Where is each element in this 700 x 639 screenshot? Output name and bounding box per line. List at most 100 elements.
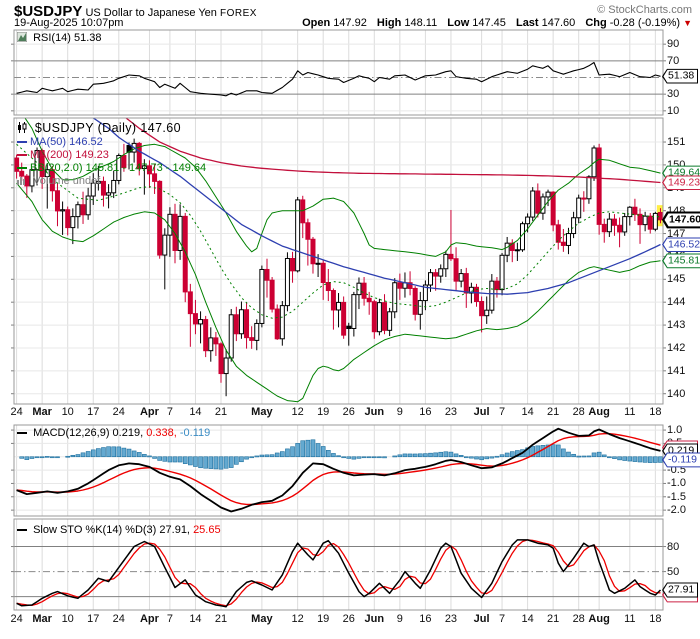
ma50-legend: MA(50) 146.52 (17, 136, 103, 148)
axis-label: 144 (667, 296, 685, 308)
date-label: 19 (317, 406, 329, 418)
rsi-badge-51.38: 51.38 (662, 69, 698, 84)
rsi-legend-label: RSI(14) 51.38 (33, 32, 101, 44)
axis-label: 1.0 (667, 424, 682, 436)
candlestick-icon (17, 122, 28, 136)
rsi-panel (14, 30, 663, 115)
quote-bar: Open147.92 High148.11 Low147.45 Last147.… (295, 17, 692, 29)
date-label: 19 (317, 613, 329, 625)
date-label: 11 (624, 613, 635, 625)
chart-canvas (0, 0, 700, 639)
axis-label: 143 (667, 319, 685, 331)
axis-label: -1.0 (667, 477, 686, 489)
date-label: 7 (499, 406, 505, 418)
open-label: Open (302, 17, 330, 29)
stock-chart: $USDJPY US Dollar to Japanese Yen FOREX … (0, 0, 700, 639)
price-badge-146.52: 146.52 (662, 237, 700, 252)
date-label: Jul (474, 613, 490, 625)
bb-legend: BB(20,2.0) 145.81 - 147.73 - 149.64 (17, 162, 206, 174)
date-label: 23 (445, 613, 457, 625)
macd-line-icon (17, 432, 27, 434)
date-label: 26 (343, 613, 355, 625)
volume-bars-icon (17, 176, 27, 188)
sto-line-icon (17, 529, 27, 531)
date-label: 18 (649, 406, 661, 418)
sto-legend-name: Slow STO %K(14) %D(3) (33, 524, 156, 536)
date-label: May (251, 613, 272, 625)
date-label: 21 (215, 613, 227, 625)
date-label: Aug (588, 406, 609, 418)
date-label: Apr (140, 613, 159, 625)
ma200-legend: MA(200) 149.23 (17, 149, 109, 161)
sto-value-1: 27.91, (159, 524, 190, 536)
date-label: 9 (397, 406, 403, 418)
ma50-line-icon (17, 141, 27, 143)
axis-label: 70 (667, 55, 679, 67)
date-label: Aug (588, 613, 609, 625)
date-label: 28 (573, 406, 585, 418)
axis-label: 151 (667, 136, 685, 148)
macd-value-2: 0.338, (146, 427, 177, 439)
date-label: 12 (292, 406, 304, 418)
date-label: 12 (292, 613, 304, 625)
copyright: © StockCharts.com (597, 4, 692, 16)
date-label: 18 (649, 613, 661, 625)
macd-legend: MACD(12,26,9) 0.219, 0.338, -0.119 (17, 427, 210, 439)
price-badge-145.81: 145.81 (662, 253, 700, 268)
macd-value-3: -0.119 (180, 427, 210, 439)
axis-label: 30 (667, 88, 679, 100)
chart-datetime: 19-Aug-2025 10:07pm (14, 17, 123, 29)
sto-legend: Slow STO %K(14) %D(3) 27.91, 25.65 (17, 524, 221, 536)
date-label: Apr (140, 406, 159, 418)
date-label: 28 (573, 613, 585, 625)
open-value: 147.92 (333, 17, 367, 29)
sto-badge-27.91: 27.91 (662, 583, 698, 598)
macd-value-1: 0.219, (113, 427, 144, 439)
date-label: 24 (10, 406, 22, 418)
ma200-legend-label: MA(200) 149.23 (30, 149, 109, 161)
date-label: 26 (343, 406, 355, 418)
bb-line-icon (17, 167, 27, 169)
axis-label: 141 (667, 365, 685, 377)
date-label: May (251, 406, 272, 418)
axis-label: 142 (667, 342, 685, 354)
chg-value: -0.28 (-0.19%) (610, 17, 680, 29)
chg-label: Chg (585, 17, 606, 29)
volume-legend: Volume undef (17, 175, 100, 188)
date-label: 9 (397, 613, 403, 625)
exchange-label: FOREX (220, 8, 257, 19)
date-label: 10 (62, 406, 74, 418)
date-label: 21 (547, 613, 559, 625)
date-label: Jun (365, 613, 385, 625)
chg-down-icon: ▼ (683, 18, 692, 28)
axis-label: 140 (667, 388, 685, 400)
low-value: 147.45 (472, 17, 506, 29)
axis-label: -1.5 (667, 491, 686, 503)
price-badge-149.23: 149.23 (662, 175, 700, 190)
date-label: 17 (87, 406, 99, 418)
date-label: 16 (419, 613, 431, 625)
price-panel (14, 105, 664, 404)
macd-badge--0.119: -0.119 (662, 452, 700, 467)
date-label: 17 (87, 613, 99, 625)
last-value: 147.60 (542, 17, 576, 29)
price-badge-147.60: 147.60 (662, 211, 700, 228)
date-label: 11 (624, 406, 635, 418)
macd-legend-name: MACD(12,26,9) (33, 427, 109, 439)
date-label: 14 (189, 613, 201, 625)
date-label: Jul (474, 406, 490, 418)
axis-label: 10 (667, 105, 679, 117)
volume-legend-label: Volume undef (33, 175, 100, 187)
last-label: Last (516, 17, 539, 29)
price-legend-label: $USDJPY (Daily) 147.60 (35, 121, 181, 135)
axis-label: 50 (667, 566, 679, 578)
date-label: 14 (521, 406, 533, 418)
date-label: 21 (215, 406, 227, 418)
low-label: Low (447, 17, 469, 29)
date-label: 14 (189, 406, 201, 418)
high-value: 148.11 (404, 17, 437, 29)
date-label: Mar (32, 613, 52, 625)
date-label: 7 (167, 613, 173, 625)
date-label: 7 (499, 613, 505, 625)
high-label: High (377, 17, 401, 29)
